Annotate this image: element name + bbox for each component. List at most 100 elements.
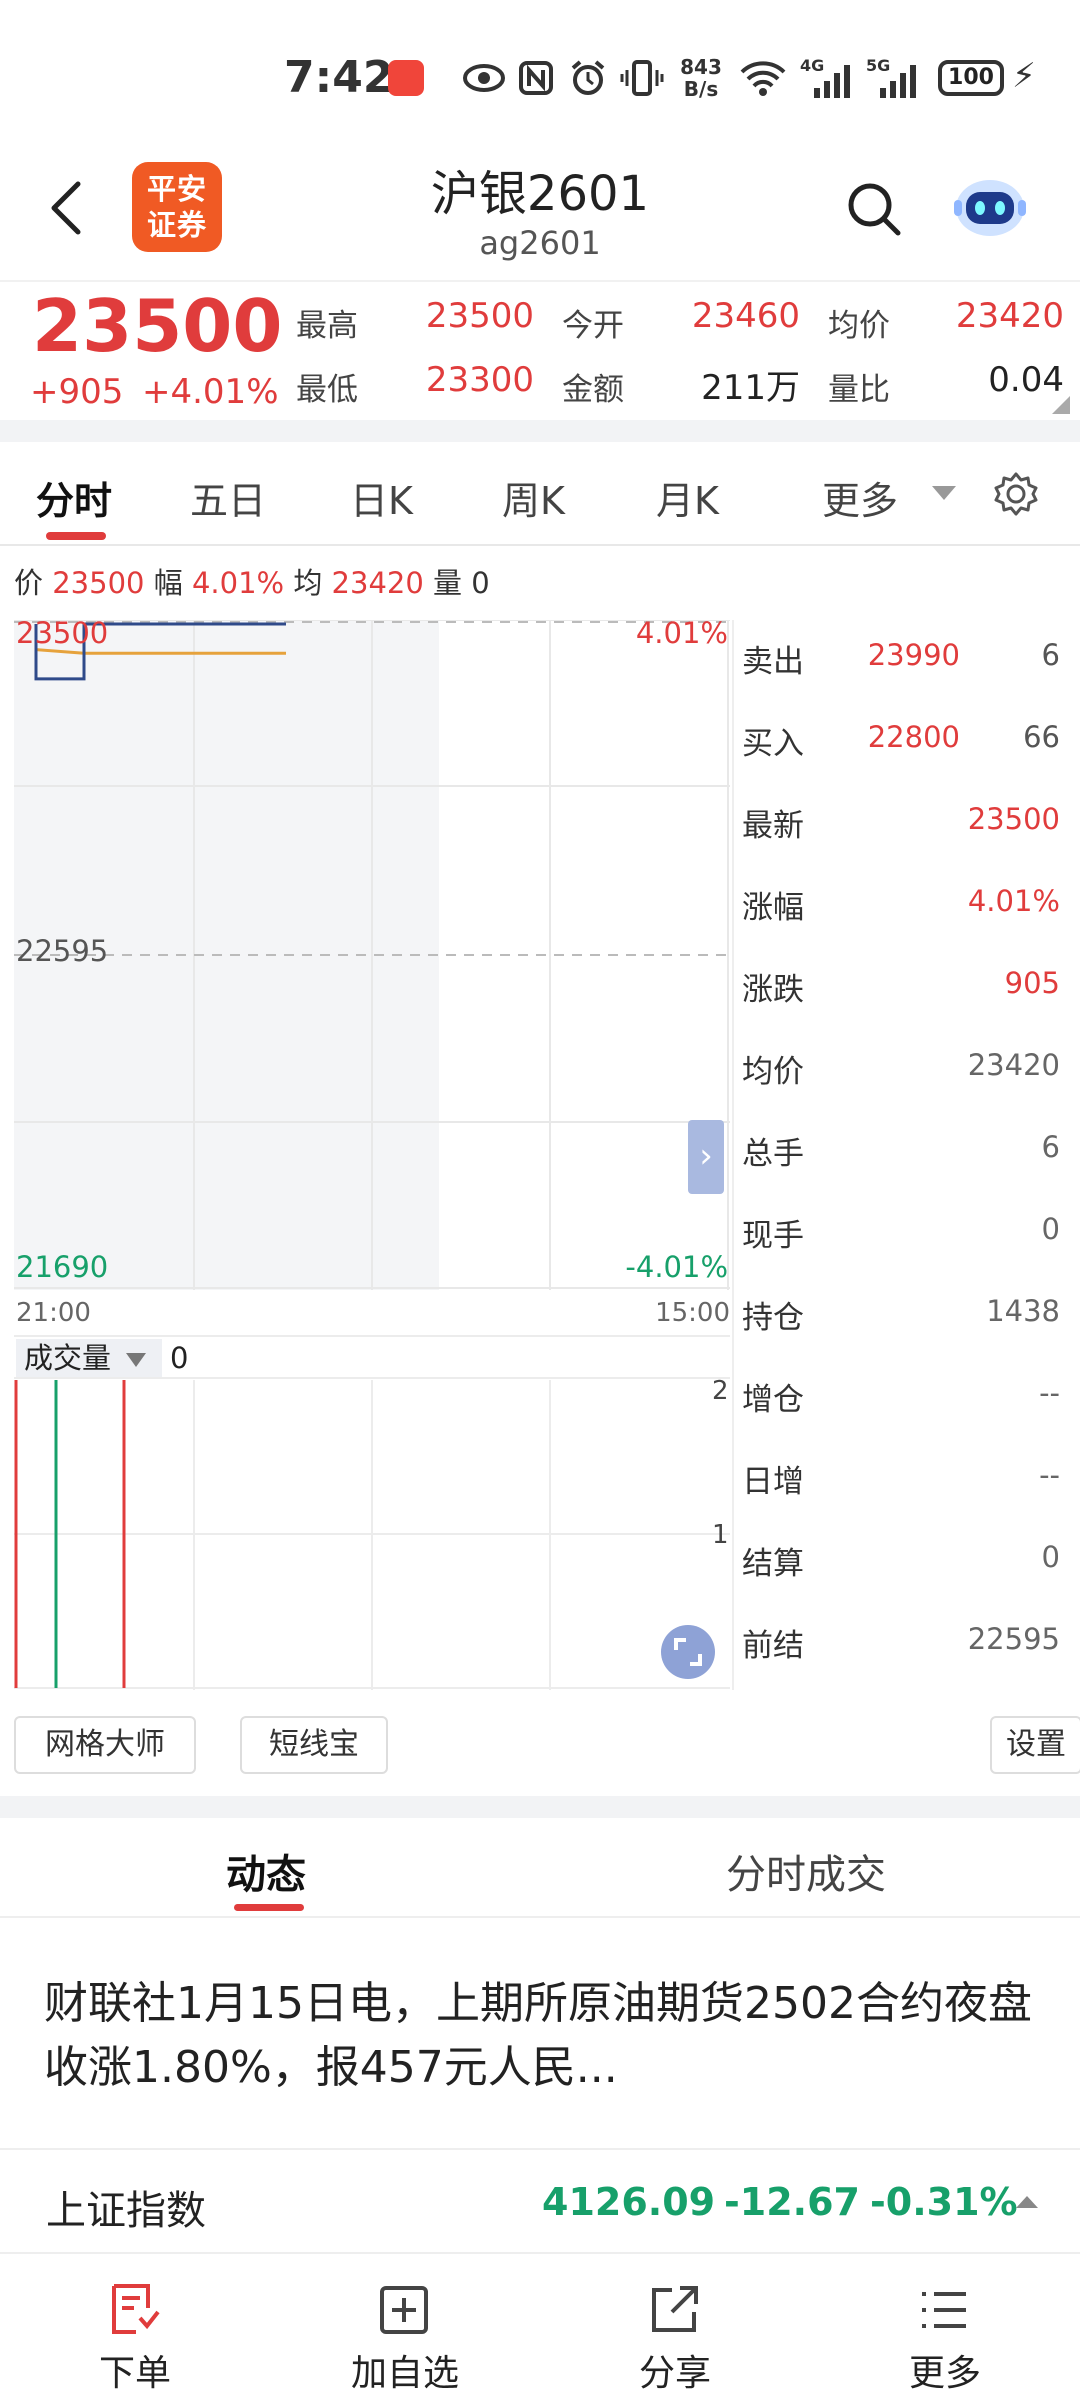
chevron-down-icon[interactable] [932,486,956,500]
chart-info-line: 价 23500 幅 4.01% 均 23420 量 0 [14,560,490,602]
page-subtitle: ag2601 [479,224,601,262]
add-watchlist-icon [380,2286,428,2334]
assistant-robot-icon[interactable] [950,170,1030,242]
price-change-pct: +4.01% [142,372,279,412]
stat-label-volume-ratio: 量比 [828,372,890,408]
stat-value-amount: 211万 [701,368,800,408]
side-label-ask: 卖出 [742,644,804,680]
network-speed-unit: B/s [683,77,719,101]
side-label-daily-oi-change: 日增 [742,1464,804,1500]
side-value-prev-settlement: 22595 [967,1622,1060,1656]
volume-indicator-select[interactable]: 成交量 [16,1339,162,1377]
expand-corner-icon[interactable] [1052,396,1070,414]
side-value-open-interest: 1438 [986,1294,1060,1328]
signal-4g-icon: 4G [800,56,856,100]
stat-label-avg: 均价 [828,308,890,344]
gear-icon[interactable] [992,470,1040,518]
chart-settings-button[interactable]: 设置 [990,1716,1080,1774]
active-news-tab-indicator [234,1904,304,1911]
pct-axis-bottom-label: -4.01% [625,1250,728,1284]
nav-order-label: 下单 [98,2353,171,2394]
index-value: 4126.09 [542,2180,716,2224]
side-value-avg: 23420 [967,1048,1060,1082]
vibrate-icon [620,60,664,96]
info-price-label: 价 [14,566,44,600]
tab-five-day[interactable]: 五日 [190,470,266,525]
side-value-change: 905 [1004,966,1060,1000]
caret-up-icon[interactable] [1016,2196,1038,2208]
volume-tick-2: 2 [712,1376,729,1406]
status-bar: 7:42 843 B/s 4G 5G 100 ⚡ [0,0,1080,150]
side-label-change: 涨跌 [742,972,804,1008]
nav-more[interactable]: 更多 [810,2256,1080,2400]
y-axis-bottom-label: 21690 [16,1250,109,1284]
tab-more[interactable]: 更多 [822,470,898,525]
side-label-current-volume: 现手 [742,1218,804,1254]
side-label-settlement: 结算 [742,1546,804,1582]
index-ticker[interactable]: 上证指数 4126.09 -12.67 -0.31% [0,2148,1080,2254]
intraday-price-chart[interactable] [14,620,730,1290]
side-label-latest: 最新 [742,808,804,844]
news-headline[interactable]: 财联社1月15日电，上期所原油期货2502合约夜盘收涨1.80%，报457元人民… [44,1972,1044,2100]
side-value-latest: 23500 [967,802,1060,836]
volume-value: 0 [170,1341,189,1375]
stat-label-high: 最高 [296,308,358,344]
side-label-change-pct: 涨幅 [742,890,804,926]
side-label-bid: 买入 [742,726,804,762]
volume-tick-1: 1 [712,1520,729,1550]
price-change: +905 [30,372,124,412]
time-axis-end: 15:00 [655,1298,730,1328]
nav-add-watchlist[interactable]: 加自选 [270,2256,540,2400]
stat-label-open: 今开 [562,308,624,344]
stat-value-avg: 23420 [955,296,1064,336]
nfc-icon [519,61,553,95]
expand-side-panel-button[interactable]: › [688,1120,724,1194]
stat-value-volume-ratio: 0.04 [988,360,1064,400]
bottom-nav: 下单 加自选 分享 更多 [0,2256,1080,2400]
side-label-open-interest: 持仓 [742,1300,804,1336]
index-name: 上证指数 [46,2188,206,2234]
nav-share[interactable]: 分享 [540,2256,810,2400]
short-line-button[interactable]: 短线宝 [240,1716,388,1774]
tab-intraday[interactable]: 分时 [36,470,112,525]
time-axis-start: 21:00 [16,1298,91,1328]
volume-chart[interactable] [14,1380,730,1690]
app-notification-icon [388,60,424,96]
y-axis-top-label: 23500 [16,616,109,650]
tab-weekly-k[interactable]: 周K [502,470,565,525]
y-axis-mid-label: 22595 [16,934,109,968]
volume-indicator-label: 成交量 [24,1341,112,1375]
share-icon [652,2286,698,2332]
nav-more-label: 更多 [908,2353,981,2394]
header: 平安 证券 沪银2601 ag2601 [0,150,1080,280]
network-speed-value: 843 [680,55,722,79]
tab-daily-k[interactable]: 日K [350,470,413,525]
eye-icon [463,64,505,92]
last-price: 23500 [32,284,283,368]
side-label-prev-settlement: 前结 [742,1628,804,1664]
news-tabs: 动态 分时成交 [0,1818,1080,1918]
tab-dynamic[interactable]: 动态 [226,1842,306,1900]
info-volume-label: 量 [433,566,463,600]
nav-order[interactable]: 下单 [0,2256,270,2400]
quote-summary: 23500 +905 +4.01% 最高 23500 今开 23460 均价 2… [0,280,1080,420]
wifi-icon [740,61,786,96]
battery-indicator: 100 [938,60,1004,96]
side-value-current-volume: 0 [1041,1212,1060,1246]
side-label-avg: 均价 [742,1054,804,1090]
grid-master-button[interactable]: 网格大师 [14,1716,196,1774]
tab-monthly-k[interactable]: 月K [656,470,719,525]
side-value-daily-oi-change: -- [1039,1458,1060,1492]
fullscreen-icon[interactable] [660,1624,716,1680]
order-icon [112,2284,160,2334]
signal-5g-icon: 5G [866,56,926,100]
stat-value-high: 23500 [425,296,534,336]
side-extra-bid: 66 [1023,720,1060,754]
search-icon[interactable] [845,180,903,238]
side-extra-ask: 6 [1041,638,1060,672]
charging-icon: ⚡ [1012,56,1036,96]
tab-intraday-trades[interactable]: 分时成交 [726,1842,886,1900]
volume-header: 成交量 0 [14,1335,730,1379]
index-change: -12.67 [724,2180,860,2224]
side-label-total-volume: 总手 [742,1136,804,1172]
